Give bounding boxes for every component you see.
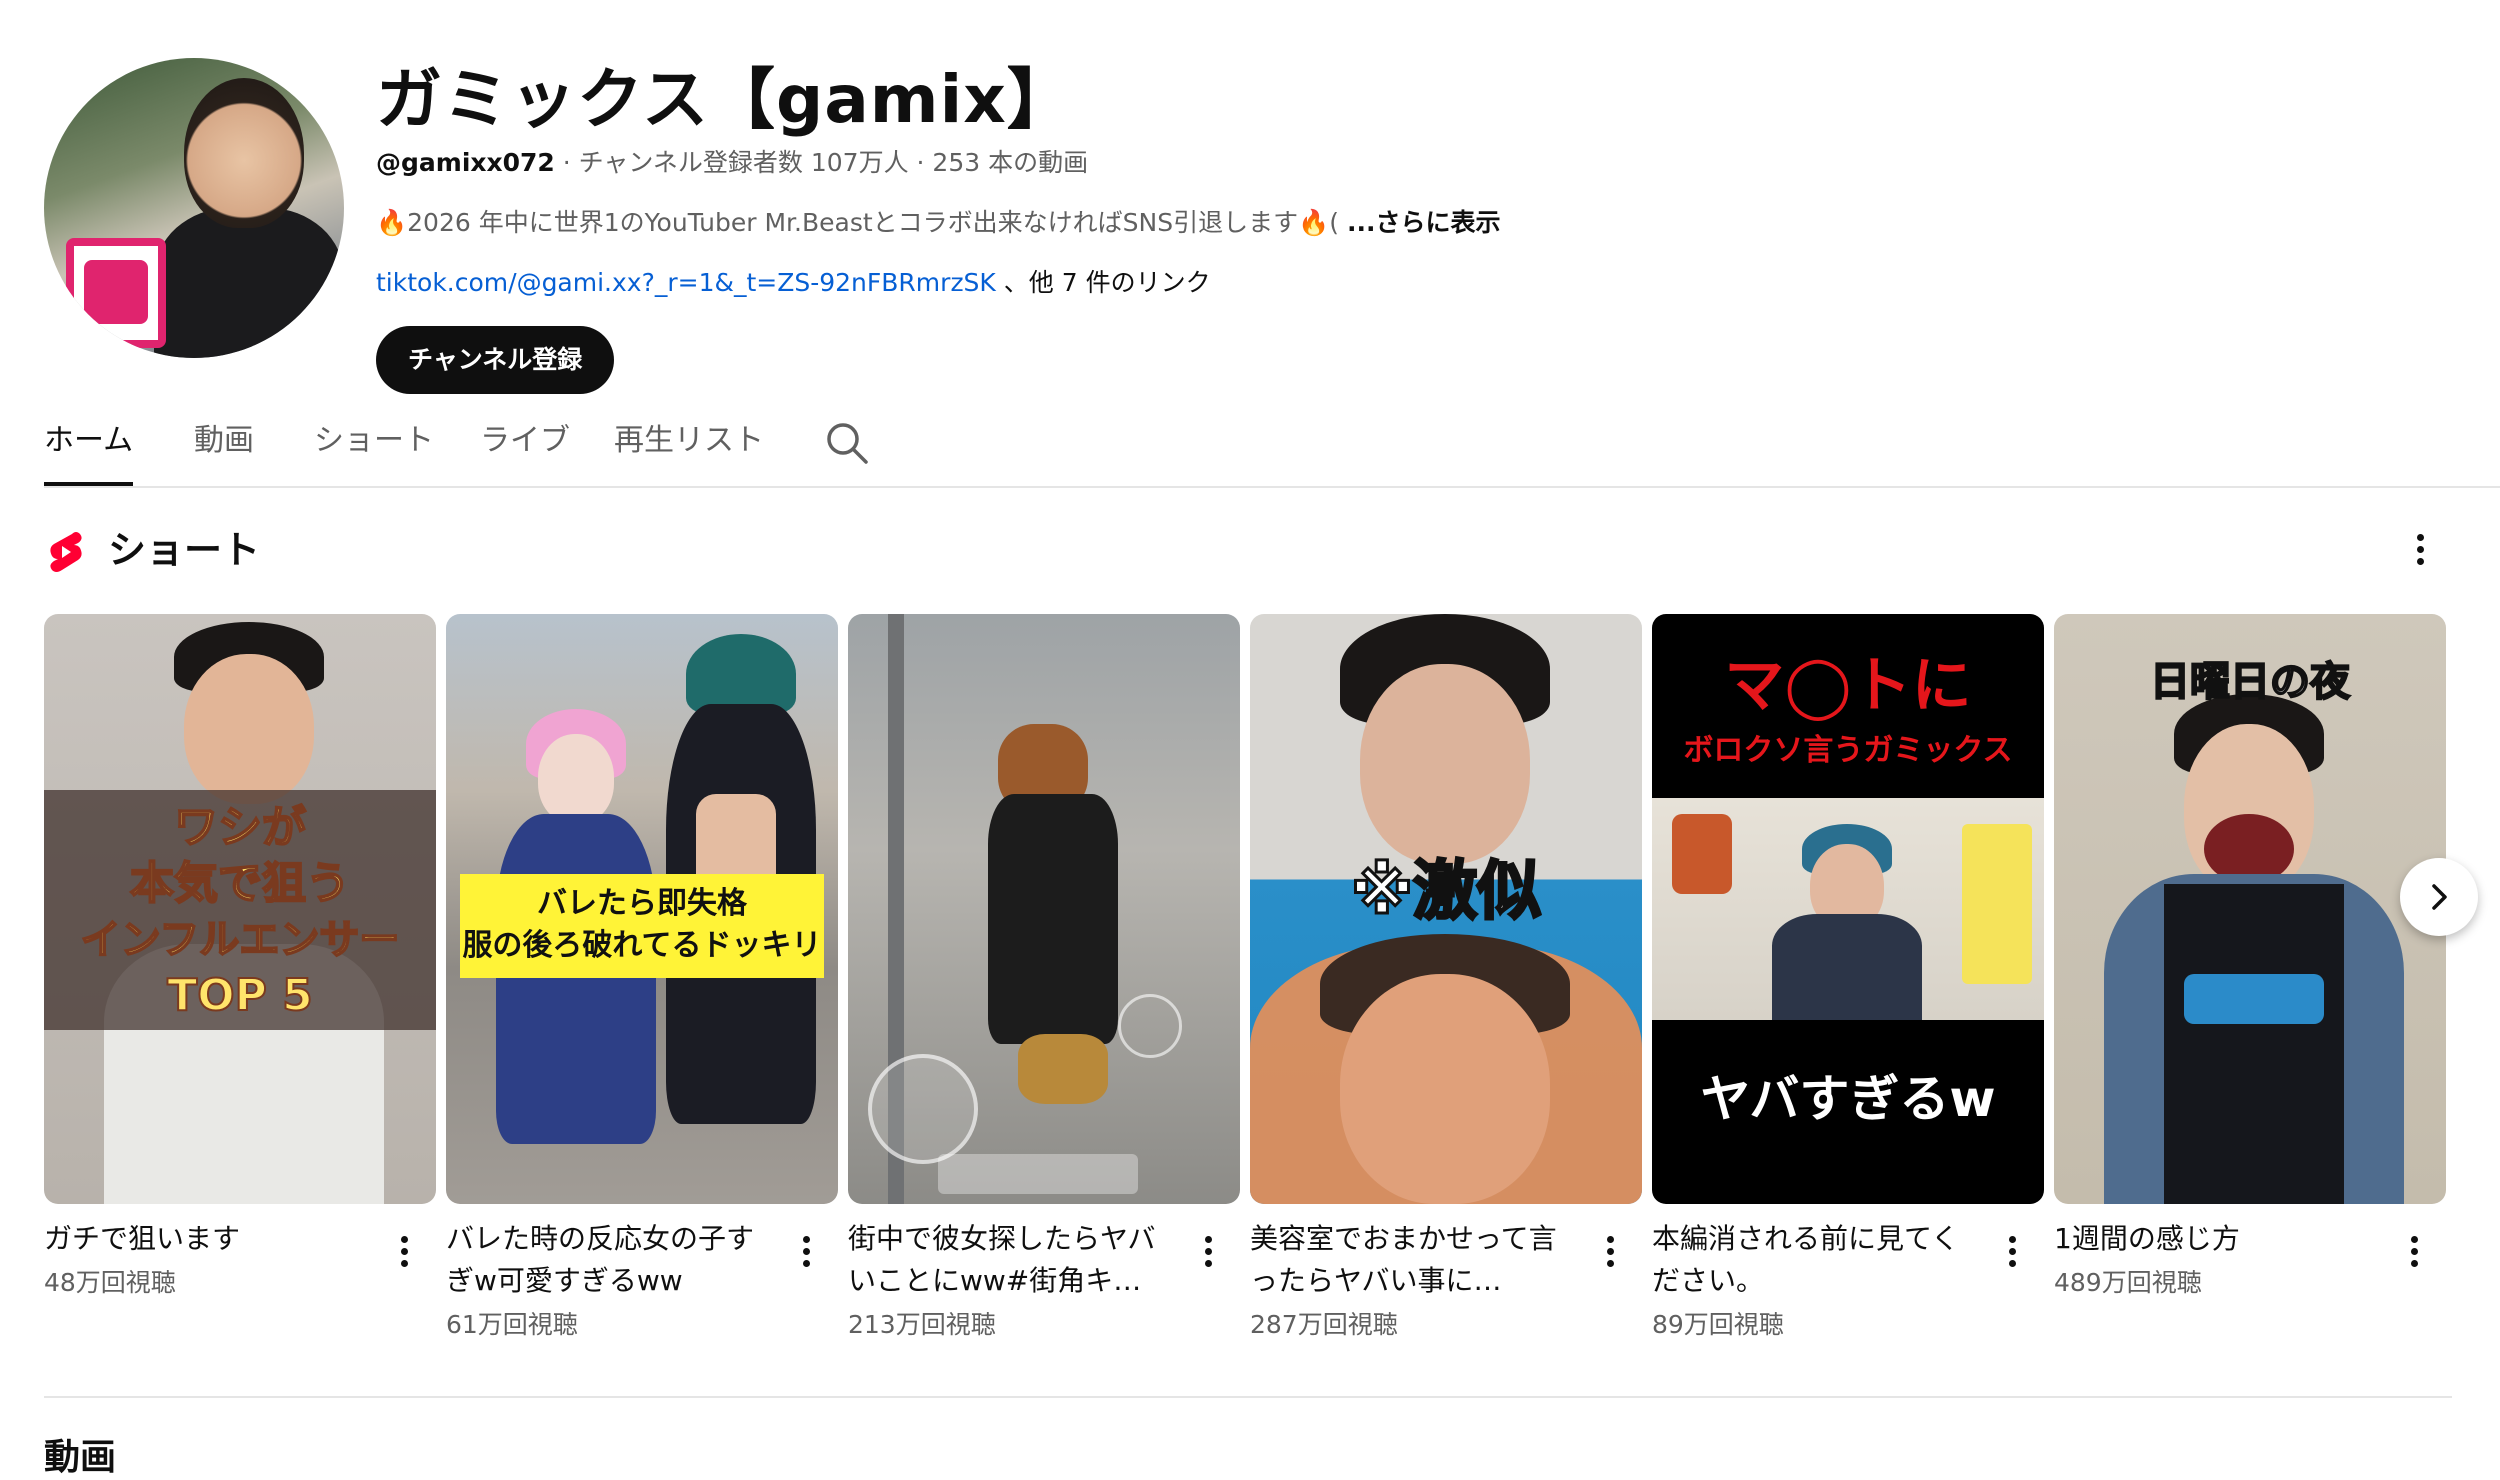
tab-videos[interactable]: 動画 (194, 406, 254, 486)
short-card[interactable]: 日曜日の夜 1週間の感じ方 489万回視聴 (2054, 614, 2446, 1348)
channel-handle: @gamixx072 (376, 148, 555, 177)
short-meta: 美容室でおまかせって言ったらヤバい事に… 287万回視聴 (1250, 1218, 1642, 1348)
short-overlay-line: 日曜日の夜 (2149, 658, 2351, 706)
short-card[interactable]: ※激似 美容室でおまかせって言ったらヤバい事に… 287万回視聴 (1250, 614, 1642, 1348)
short-title[interactable]: ガチで狙います (44, 1218, 364, 1260)
short-thumbnail[interactable]: ワシが 本気で狙う インフルエンサー TOP 5 (44, 614, 436, 1204)
short-thumbnail[interactable]: バレたら即失格 服の後ろ破れてるドッキリ (446, 614, 838, 1204)
short-meta: ガチで狙います 48万回視聴 (44, 1218, 436, 1348)
subscribe-button[interactable]: チャンネル登録 (376, 326, 615, 394)
tab-home[interactable]: ホーム (44, 406, 134, 486)
short-title[interactable]: 街中で彼女探したらヤバいことにww#街角キ… (848, 1218, 1168, 1302)
short-views: 89万回視聴 (1652, 1310, 1784, 1339)
channel-name: ガミックス【gamix】 (376, 61, 1074, 138)
short-views: 287万回視聴 (1250, 1310, 1398, 1339)
short-overlay-line: ワシが (173, 801, 307, 854)
channel-info: ガミックス【gamix】 @gamixx072 · チャンネル登録者数 107万… (376, 58, 1636, 394)
channel-links: tiktok.com/@gami.xx?_r=1&_t=ZS-92nFBRmrz… (376, 266, 1636, 300)
shorts-shelf-header: ショート (44, 522, 2444, 578)
tab-shorts[interactable]: ショート (314, 406, 434, 486)
channel-stats: · チャンネル登録者数 107万人 · 253 本の動画 (554, 148, 1089, 177)
channel-tabs: ホーム 動画 ショート ライブ 再生リスト (44, 406, 2500, 488)
short-meta: バレた時の反応女の子すぎw可愛すぎるww 61万回視聴 (446, 1218, 838, 1348)
short-thumbnail[interactable]: 日曜日の夜 (2054, 614, 2446, 1204)
short-overlay-line: インフルエンサー (80, 916, 401, 964)
short-overlay-line: ボロクソ言うガミックス (1683, 733, 2013, 768)
videos-section-title[interactable]: 動画 (44, 1436, 116, 1480)
short-meta: 街中で彼女探したらヤバいことにww#街角キ… 213万回視聴 (848, 1218, 1240, 1348)
description-more-link[interactable]: ...さらに表示 (1347, 208, 1501, 237)
short-meta: 本編消される前に見てください。 89万回視聴 (1652, 1218, 2044, 1348)
short-more-icon[interactable] (2394, 1232, 2434, 1272)
short-overlay-line: マ◯トに (1724, 651, 1972, 721)
channel-more-links[interactable]: 、他 7 件のリンク (996, 268, 1211, 297)
short-thumbnail[interactable]: マ◯トに ボロクソ言うガミックス ヤバすぎるw (1652, 614, 2044, 1204)
short-more-icon[interactable] (1992, 1232, 2032, 1272)
short-overlay-line: バレたら即失格 (537, 886, 747, 921)
short-thumbnail[interactable] (848, 614, 1240, 1204)
channel-description-text: 🔥2026 年中に世界1のYouTuber Mr.Beastとコラボ出来なければ… (376, 208, 1339, 237)
search-icon[interactable] (824, 420, 870, 466)
channel-avatar[interactable] (44, 58, 344, 358)
avatar-sign-shape (66, 238, 166, 348)
channel-meta: @gamixx072 · チャンネル登録者数 107万人 · 253 本の動画 (376, 146, 1636, 180)
short-title[interactable]: バレた時の反応女の子すぎw可愛すぎるww (446, 1218, 766, 1302)
shorts-row: ワシが 本気で狙う インフルエンサー TOP 5 ガチで狙います 48万回視聴 … (44, 614, 2500, 1354)
avatar-face-shape (184, 78, 304, 228)
short-more-icon[interactable] (1590, 1232, 1630, 1272)
short-overlay-line: TOP 5 (166, 969, 314, 1022)
shelf-next-button[interactable] (2400, 858, 2478, 936)
short-card[interactable]: マ◯トに ボロクソ言うガミックス ヤバすぎるw 本編消される前に見てください。 … (1652, 614, 2044, 1348)
shorts-icon (48, 532, 84, 572)
short-more-icon[interactable] (384, 1232, 424, 1272)
short-thumbnail[interactable]: ※激似 (1250, 614, 1642, 1204)
avatar-body-shape (154, 208, 344, 358)
short-overlay-line: 本気で狙う (129, 857, 351, 910)
short-views: 48万回視聴 (44, 1268, 176, 1297)
channel-header: ガミックス【gamix】 @gamixx072 · チャンネル登録者数 107万… (44, 58, 2444, 394)
short-card[interactable]: 街中で彼女探したらヤバいことにww#街角キ… 213万回視聴 (848, 614, 1240, 1348)
shorts-shelf-title: ショート (108, 528, 261, 572)
short-overlay-line: ヤバすぎるw (1700, 1070, 1996, 1128)
short-title[interactable]: 本編消される前に見てください。 (1652, 1218, 1972, 1302)
section-divider (44, 1396, 2452, 1398)
short-overlay-line: ※激似 (1349, 854, 1542, 931)
short-more-icon[interactable] (786, 1232, 826, 1272)
short-more-icon[interactable] (1188, 1232, 1228, 1272)
short-views: 213万回視聴 (848, 1310, 996, 1339)
short-title[interactable]: 美容室でおまかせって言ったらヤバい事に… (1250, 1218, 1570, 1302)
short-views: 489万回視聴 (2054, 1268, 2202, 1297)
tab-live[interactable]: ライブ (480, 406, 570, 486)
short-card[interactable]: バレたら即失格 服の後ろ破れてるドッキリ バレた時の反応女の子すぎw可愛すぎるw… (446, 614, 838, 1348)
chevron-right-icon (2432, 884, 2447, 910)
shelf-more-icon[interactable] (2396, 526, 2444, 574)
short-overlay-line: 服の後ろ破れてるドッキリ (462, 928, 822, 963)
channel-primary-link[interactable]: tiktok.com/@gami.xx?_r=1&_t=ZS-92nFBRmrz… (376, 268, 996, 297)
channel-description[interactable]: 🔥2026 年中に世界1のYouTuber Mr.Beastとコラボ出来なければ… (376, 206, 1636, 240)
short-title[interactable]: 1週間の感じ方 (2054, 1218, 2374, 1260)
tab-playlists[interactable]: 再生リスト (614, 406, 764, 486)
short-card[interactable]: ワシが 本気で狙う インフルエンサー TOP 5 ガチで狙います 48万回視聴 (44, 614, 436, 1348)
short-meta: 1週間の感じ方 489万回視聴 (2054, 1218, 2446, 1348)
short-views: 61万回視聴 (446, 1310, 578, 1339)
